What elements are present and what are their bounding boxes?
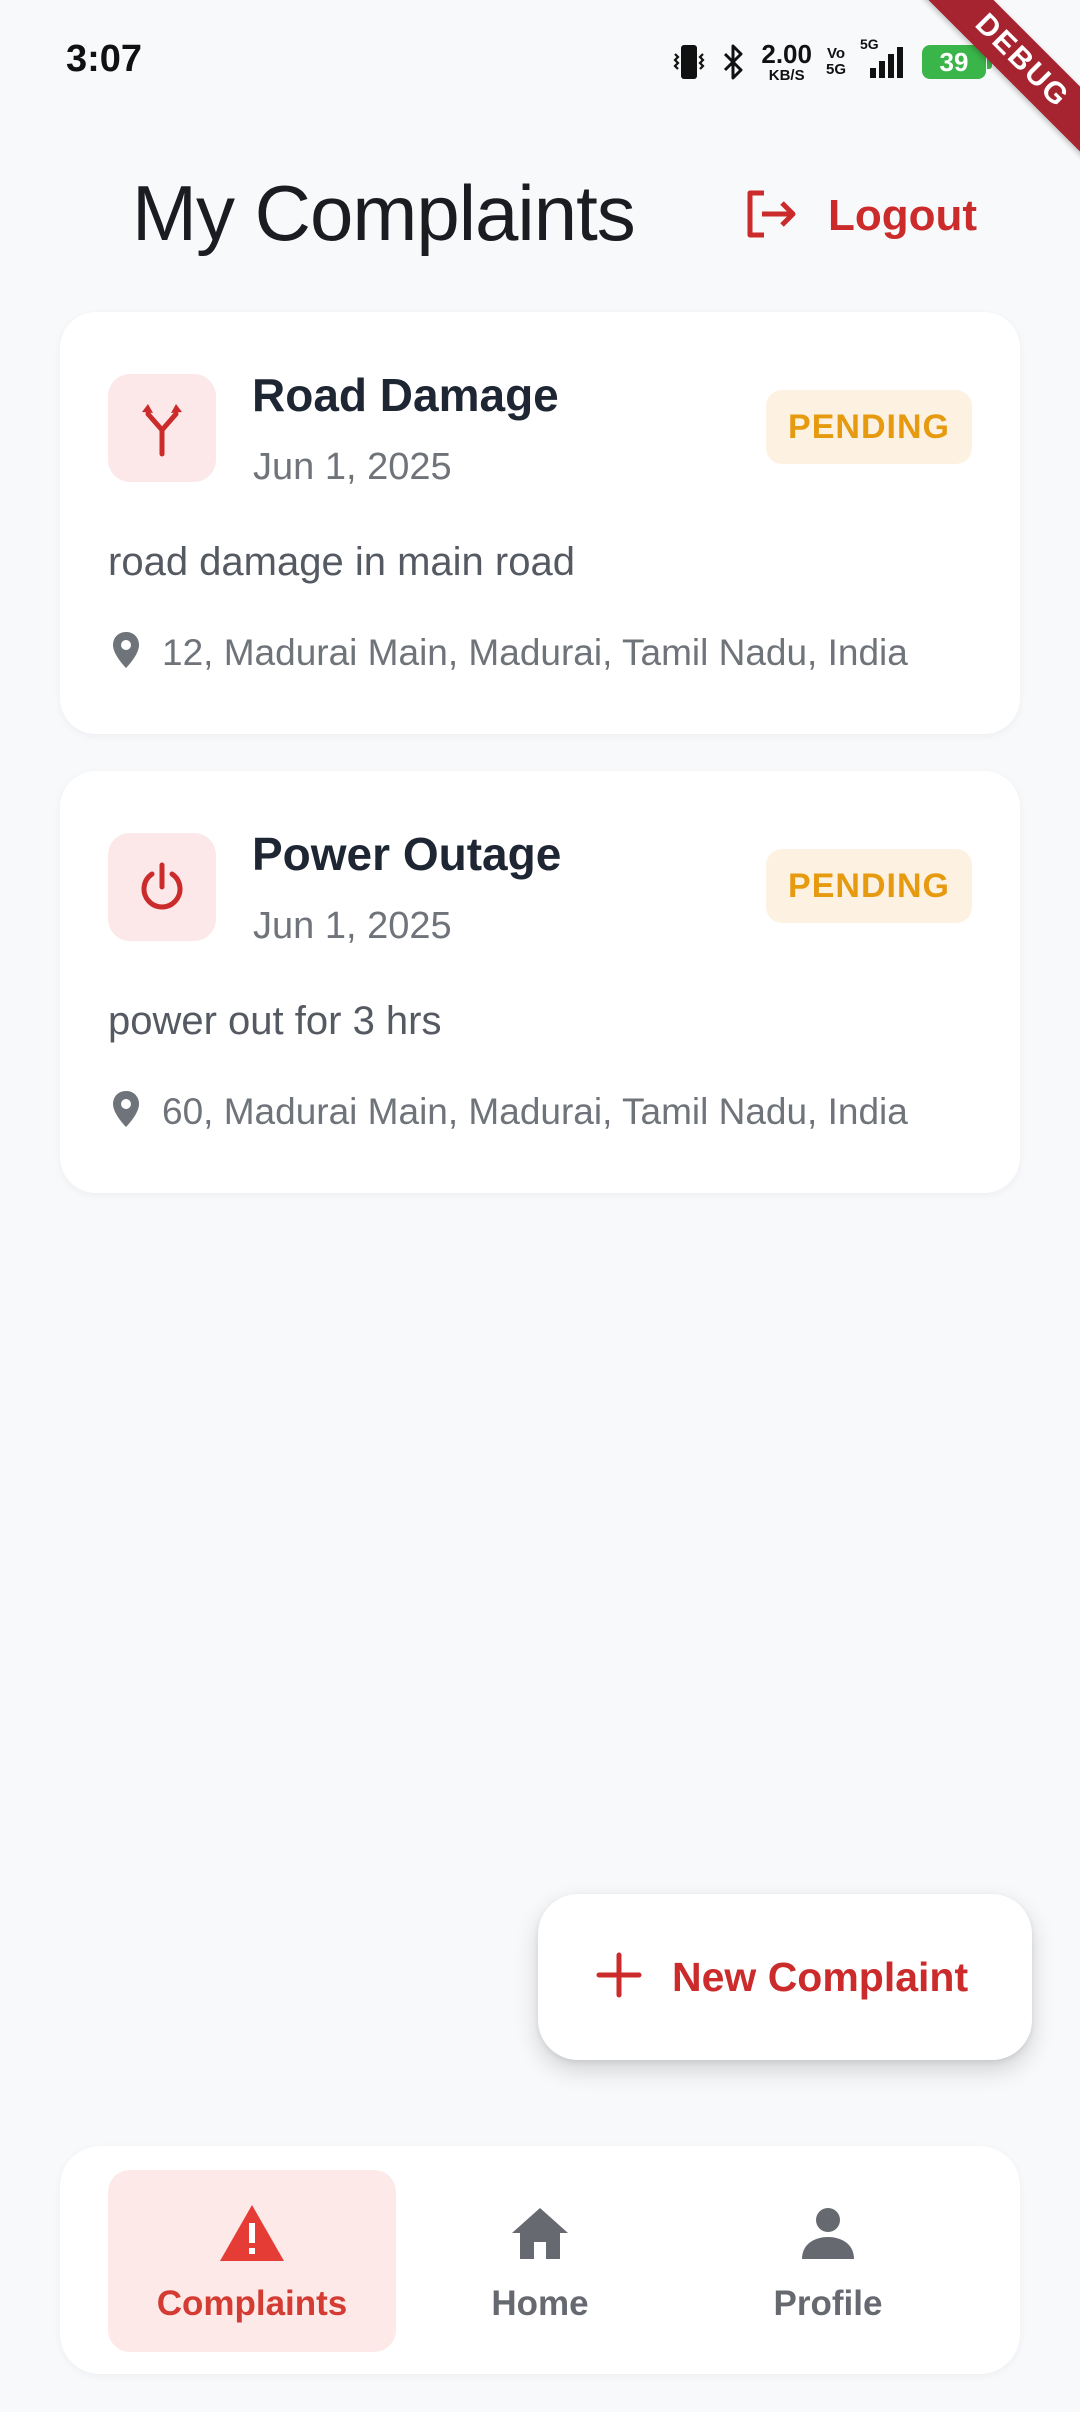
plus-icon (596, 1952, 642, 2003)
complaint-title: Road Damage (252, 369, 559, 421)
complaint-address: 60, Madurai Main, Madurai, Tamil Nadu, I… (162, 1090, 908, 1132)
new-complaint-label: New Complaint (672, 1953, 969, 2000)
complaint-card[interactable]: Road Damage Jun 1, 2025 PENDING road dam… (60, 312, 1020, 734)
vibrate-icon (671, 42, 707, 82)
location-pin-icon (108, 1089, 144, 1134)
logout-button[interactable]: Logout (744, 186, 977, 246)
logout-label: Logout (828, 191, 978, 240)
complaint-description: power out for 3 hrs (108, 999, 442, 1043)
warning-icon (218, 2200, 286, 2266)
complaint-location: 60, Madurai Main, Madurai, Tamil Nadu, I… (108, 1089, 908, 1134)
status-badge: PENDING (766, 849, 972, 923)
logout-icon (744, 189, 800, 244)
complaint-location: 12, Madurai Main, Madurai, Tamil Nadu, I… (108, 630, 908, 675)
nav-item-profile[interactable]: Profile (684, 2170, 972, 2352)
status-badge: PENDING (766, 390, 972, 464)
nav-item-home[interactable]: Home (396, 2170, 684, 2352)
person-icon (800, 2200, 856, 2266)
bluetooth-icon (721, 42, 747, 82)
power-icon (108, 833, 216, 941)
complaint-date: Jun 1, 2025 (253, 446, 452, 488)
status-icons: 2.00 KB/S Vo 5G 5G 39 (671, 36, 1020, 86)
new-complaint-button[interactable]: New Complaint (538, 1894, 1032, 2060)
complaint-title: Power Outage (252, 828, 562, 880)
complaint-card[interactable]: Power Outage Jun 1, 2025 PENDING power o… (60, 771, 1020, 1193)
complaint-description: road damage in main road (108, 540, 575, 584)
nav-label-profile: Profile (773, 2284, 883, 2323)
network-speed: 2.00 KB/S (761, 39, 812, 84)
page-title: My Complaints (132, 169, 636, 257)
battery-icon: 39 (922, 45, 992, 79)
complaint-address: 12, Madurai Main, Madurai, Tamil Nadu, I… (162, 631, 908, 673)
status-time: 3:07 (66, 38, 143, 80)
location-pin-icon (108, 630, 144, 675)
complaint-date: Jun 1, 2025 (253, 905, 452, 947)
nav-label-complaints: Complaints (156, 2284, 348, 2323)
fork-road-icon (108, 374, 216, 482)
signal-icon: 5G (860, 36, 908, 82)
nav-item-complaints[interactable]: Complaints (108, 2170, 396, 2352)
volte-indicator: Vo 5G (825, 45, 846, 78)
status-bar: 3:07 2.00 KB/S Vo 5G 5G 39 (0, 0, 1080, 120)
complaints-list: Road Damage Jun 1, 2025 PENDING road dam… (60, 312, 1020, 1230)
bottom-nav: Complaints Home Profile (60, 2146, 1020, 2374)
home-icon (509, 2200, 571, 2266)
nav-label-home: Home (491, 2284, 589, 2323)
